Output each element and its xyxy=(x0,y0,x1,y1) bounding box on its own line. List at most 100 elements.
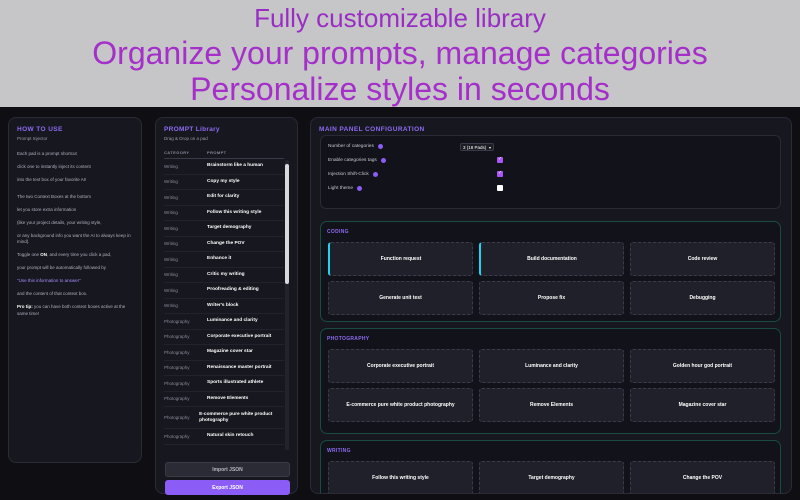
row-prompt: Magazine cover star xyxy=(207,349,253,355)
import-json-button[interactable]: Import JSON xyxy=(165,462,290,477)
library-row[interactable]: Writing Target demography xyxy=(164,221,284,237)
help-text: your prompt will be automatically follow… xyxy=(17,265,107,270)
prompt-pad[interactable]: Corporate executive portrait xyxy=(328,349,473,383)
prompt-pad[interactable]: Change the POV xyxy=(630,461,775,493)
app-window: HOW TO USE Prompt Injector Each pad is a… xyxy=(0,107,800,500)
config-row-injection: Injection Shift-Click xyxy=(328,172,378,177)
library-row[interactable]: Writing Proofreading & editing xyxy=(164,283,284,299)
help-text: (like your project details, your writing… xyxy=(17,219,102,225)
pro-tip-label: Pro tip: xyxy=(17,304,33,309)
help-text-part: , and every time you click a pad, xyxy=(47,252,112,257)
enable-tags-label: Enable categories tags xyxy=(328,158,377,163)
help-text: click one to instantly inject its conten… xyxy=(17,164,91,169)
chevron-down-icon: ▾ xyxy=(488,144,491,150)
row-category: Photography xyxy=(164,396,190,402)
prompt-pad[interactable]: Build documentation xyxy=(479,242,624,276)
library-row[interactable]: Photography E-commerce pure white product… xyxy=(164,407,284,429)
library-row[interactable]: Writing Critic my writing xyxy=(164,268,284,283)
prompt-pad[interactable]: Magazine cover star xyxy=(630,388,775,422)
light-theme-checkbox[interactable] xyxy=(497,185,503,191)
row-category: Photography xyxy=(164,349,190,355)
row-category: Writing xyxy=(164,256,178,262)
library-row[interactable]: Photography Renaissance master portrait xyxy=(164,361,284,376)
row-category: Writing xyxy=(164,225,178,231)
prompt-pad[interactable]: Golden hour god portrait xyxy=(630,349,775,383)
banner-line-2: Organize your prompts, manage categories xyxy=(92,35,708,71)
row-prompt: Corporate executive portrait xyxy=(207,333,272,339)
library-row[interactable]: Writing Copy my style xyxy=(164,175,284,190)
library-row[interactable]: Writing Follow this writing style xyxy=(164,206,284,221)
row-category: Writing xyxy=(164,272,178,278)
scrollbar-thumb[interactable] xyxy=(285,164,289,284)
config-row-categories: Number of categories xyxy=(328,144,383,149)
promo-banner: Fully customizable library Organize your… xyxy=(0,0,800,107)
library-row[interactable]: Photography Natural skin retouch xyxy=(164,429,284,445)
library-scrollbar[interactable] xyxy=(285,160,289,450)
prompt-pad[interactable]: Function request xyxy=(328,242,473,276)
prompt-pad[interactable]: Generate unit test xyxy=(328,281,473,315)
help-text: let you store extra information xyxy=(17,206,77,212)
prompt-pad[interactable]: Luminance and clarity xyxy=(479,349,624,383)
banner-line-1: Fully customizable library xyxy=(254,3,546,33)
banner-line-3: Personalize styles in seconds xyxy=(190,71,610,107)
num-categories-label: Number of categories xyxy=(328,144,374,149)
row-prompt: E-commerce pure white product photograph… xyxy=(199,411,273,423)
prompt-pad[interactable]: Remove Elements xyxy=(479,388,624,422)
prompt-pad[interactable]: Code review xyxy=(630,242,775,276)
row-category: Writing xyxy=(164,287,178,293)
prompt-pad[interactable]: Target demography xyxy=(479,461,624,493)
row-prompt: Luminance and clarity xyxy=(207,318,258,324)
row-category: Writing xyxy=(164,179,178,185)
help-text-part: Toggle one xyxy=(17,252,41,257)
num-categories-value: 3 (18 Pads) xyxy=(463,144,487,150)
prompt-pad[interactable]: Debugging xyxy=(630,281,775,315)
export-json-button[interactable]: Export JSON xyxy=(165,480,290,495)
library-row[interactable]: Photography Luminance and clarity xyxy=(164,314,284,330)
pro-tip-text: you can have both context boxes active a… xyxy=(17,304,126,316)
row-category: Writing xyxy=(164,194,178,200)
help-text: Toggle one ON, and every time you click … xyxy=(17,252,133,259)
help-text: and the content of that context box. xyxy=(17,291,88,296)
info-icon[interactable] xyxy=(357,186,363,191)
library-row[interactable]: Writing Enhance it xyxy=(164,252,284,268)
library-row[interactable]: Writing Change the POV xyxy=(164,237,284,252)
library-table-header: CATEGORY PROMPT xyxy=(164,150,284,159)
config-box: Number of categories 3 (18 Pads) ▾ Enabl… xyxy=(320,135,781,209)
row-prompt: Remove Elements xyxy=(207,395,249,401)
column-header-category: CATEGORY xyxy=(164,150,190,155)
prompt-pad[interactable]: E-commerce pure white product photograph… xyxy=(328,388,473,422)
row-prompt: Proofreading & editing xyxy=(207,287,259,293)
config-row-theme: Light theme xyxy=(328,186,363,191)
help-text: or any background info you want the AI t… xyxy=(17,232,131,245)
library-row[interactable]: Writing Writer's block xyxy=(164,299,284,314)
prompt-library-title: PROMPT Library xyxy=(164,126,220,133)
num-categories-select[interactable]: 3 (18 Pads) ▾ xyxy=(460,143,494,151)
prompt-pad[interactable]: Propose fix xyxy=(479,281,624,315)
library-row[interactable]: Photography Sports illustrated athlete xyxy=(164,376,284,392)
row-category: Photography xyxy=(164,380,190,386)
injection-checkbox[interactable] xyxy=(497,170,503,177)
enable-tags-checkbox[interactable] xyxy=(497,156,503,163)
row-prompt: Sports illustrated athlete xyxy=(207,380,264,386)
section-title: PHOTOGRAPHY xyxy=(327,336,370,342)
library-row[interactable]: Photography Corporate executive portrait xyxy=(164,330,284,345)
library-row[interactable]: Writing Brainstorm like a human xyxy=(164,159,284,175)
library-row[interactable]: Photography Remove Elements xyxy=(164,392,284,407)
section-photography: PHOTOGRAPHY Corporate executive portrait L… xyxy=(320,328,781,434)
section-title: WRITING xyxy=(327,448,351,454)
row-prompt: Target demography xyxy=(207,225,252,231)
row-prompt: Follow this writing style xyxy=(207,209,262,215)
info-icon[interactable] xyxy=(377,144,383,149)
library-row[interactable]: Writing Edit for clarity xyxy=(164,190,284,206)
row-prompt: Critic my writing xyxy=(207,271,245,277)
info-icon[interactable] xyxy=(372,172,378,177)
library-rows: Writing Brainstorm like a human Writing Cop… xyxy=(164,159,284,445)
row-prompt: Change the POV xyxy=(207,240,245,246)
row-category: Writing xyxy=(164,241,178,247)
library-row[interactable]: Photography Magazine cover star xyxy=(164,345,284,361)
info-icon[interactable] xyxy=(380,158,386,163)
main-panel-title: MAIN PANEL CONFIGURATION xyxy=(319,126,425,133)
how-to-use-title: HOW TO USE xyxy=(17,126,63,133)
prompt-pad[interactable]: Follow this writing style xyxy=(328,461,473,493)
section-title: CODING xyxy=(327,229,349,235)
